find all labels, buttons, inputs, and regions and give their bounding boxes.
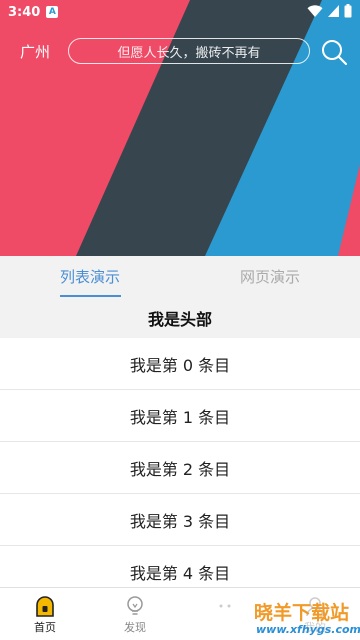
search-header: 广州 但愿人长久，搬砖不再有 — [0, 36, 360, 68]
status-bar: 3:40 A — [0, 0, 360, 24]
tab-list-demo[interactable]: 列表演示 — [60, 266, 120, 287]
nav-discover-label: 发现 — [124, 621, 146, 634]
status-indicators — [307, 4, 352, 18]
nav-home-label: 首页 — [34, 621, 56, 634]
app-screen: 3:40 A 广州 但愿人长久，搬砖不再有 列表演示 网页演示 我是头部 我是第… — [0, 0, 360, 640]
list-item[interactable]: 我是第 1 条目 — [0, 390, 360, 442]
search-placeholder: 但愿人长久，搬砖不再有 — [117, 45, 261, 61]
wifi-icon — [307, 5, 323, 17]
message-icon — [219, 604, 231, 608]
nav-message[interactable] — [180, 588, 270, 640]
search-input[interactable]: 但愿人长久，搬砖不再有 — [68, 38, 310, 64]
battery-icon — [344, 4, 352, 18]
item-list: 我是第 0 条目 我是第 1 条目 我是第 2 条目 我是第 3 条目 我是第 … — [0, 338, 360, 598]
a-icon: A — [46, 6, 59, 18]
tab-web-demo[interactable]: 网页演示 — [240, 266, 300, 287]
search-icon[interactable] — [320, 38, 348, 66]
home-icon — [36, 596, 54, 617]
list-item[interactable]: 我是第 3 条目 — [0, 494, 360, 546]
tab-indicator — [60, 295, 121, 297]
nav-home[interactable]: 首页 — [0, 588, 90, 640]
user-icon — [306, 597, 324, 617]
city-selector[interactable]: 广州 — [20, 41, 50, 62]
nav-profile-label: 我的 — [304, 621, 326, 634]
status-time: 3:40 — [8, 4, 41, 20]
list-item[interactable]: 我是第 0 条目 — [0, 338, 360, 390]
nav-discover[interactable]: 发现 — [90, 588, 180, 640]
list-header: 我是头部 — [0, 298, 360, 338]
bottom-nav: 首页 发现 我的 — [0, 587, 360, 640]
list-item[interactable]: 我是第 2 条目 — [0, 442, 360, 494]
signal-icon — [328, 5, 339, 17]
tab-bar: 列表演示 网页演示 — [0, 256, 360, 298]
nav-profile[interactable]: 我的 — [270, 588, 360, 640]
bulb-icon — [127, 596, 143, 615]
